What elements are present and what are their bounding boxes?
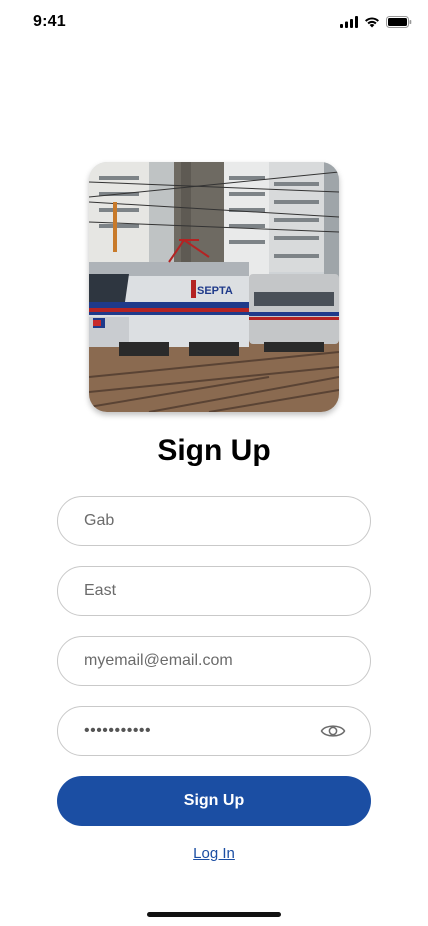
wifi-icon bbox=[364, 15, 380, 33]
status-time: 9:41 bbox=[33, 13, 66, 30]
last-name-field[interactable] bbox=[57, 566, 371, 616]
password-masked-value[interactable]: ••••••••••• bbox=[84, 722, 151, 740]
first-name-input[interactable] bbox=[84, 512, 344, 530]
eye-icon[interactable] bbox=[320, 722, 346, 745]
page-title: Sign Up bbox=[157, 434, 271, 467]
battery-icon bbox=[386, 15, 412, 33]
status-icons bbox=[340, 15, 412, 33]
email-input[interactable] bbox=[84, 652, 344, 670]
log-in-link[interactable]: Log In bbox=[0, 845, 428, 862]
sign-up-button[interactable]: Sign Up bbox=[57, 776, 371, 826]
signup-screen: 9:41 SEPTA Sign Up Gab East myemail@emai… bbox=[0, 0, 428, 926]
status-bar: 9:41 bbox=[0, 0, 428, 44]
last-name-input[interactable] bbox=[84, 582, 344, 600]
home-indicator bbox=[147, 912, 281, 917]
hero-logo-text: SEPTA bbox=[197, 285, 233, 297]
email-field[interactable] bbox=[57, 636, 371, 686]
password-field[interactable]: ••••••••••• bbox=[57, 706, 371, 756]
hero-train-image: SEPTA bbox=[89, 162, 339, 412]
first-name-field[interactable] bbox=[57, 496, 371, 546]
cellular-signal-icon bbox=[340, 15, 358, 33]
